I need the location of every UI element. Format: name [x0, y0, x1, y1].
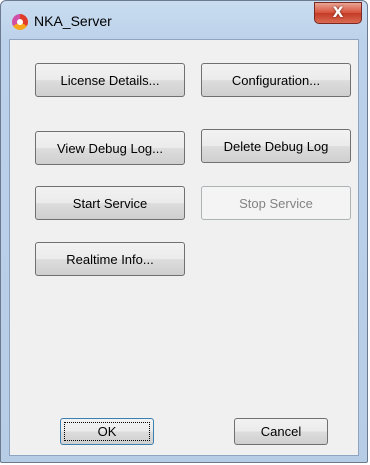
- delete-debug-log-button[interactable]: Delete Debug Log: [201, 129, 351, 163]
- configuration-button[interactable]: Configuration...: [201, 63, 351, 97]
- cancel-button[interactable]: Cancel: [234, 418, 328, 445]
- title-bar[interactable]: NKA_Server X: [1, 1, 367, 39]
- close-button[interactable]: X: [314, 2, 362, 24]
- dialog-body: License Details... Configuration... View…: [9, 39, 359, 456]
- ok-button[interactable]: OK: [60, 418, 154, 445]
- view-debug-log-button[interactable]: View Debug Log...: [35, 131, 185, 165]
- stop-service-button[interactable]: Stop Service: [201, 186, 351, 220]
- window-title: NKA_Server: [34, 13, 112, 29]
- focus-indicator: [64, 422, 150, 441]
- license-details-button[interactable]: License Details...: [35, 63, 185, 97]
- close-icon: X: [332, 5, 344, 21]
- dialog-window: NKA_Server X License Details... Configur…: [0, 0, 368, 463]
- app-icon: [12, 14, 28, 30]
- start-service-button[interactable]: Start Service: [35, 186, 185, 220]
- realtime-info-button[interactable]: Realtime Info...: [35, 242, 185, 276]
